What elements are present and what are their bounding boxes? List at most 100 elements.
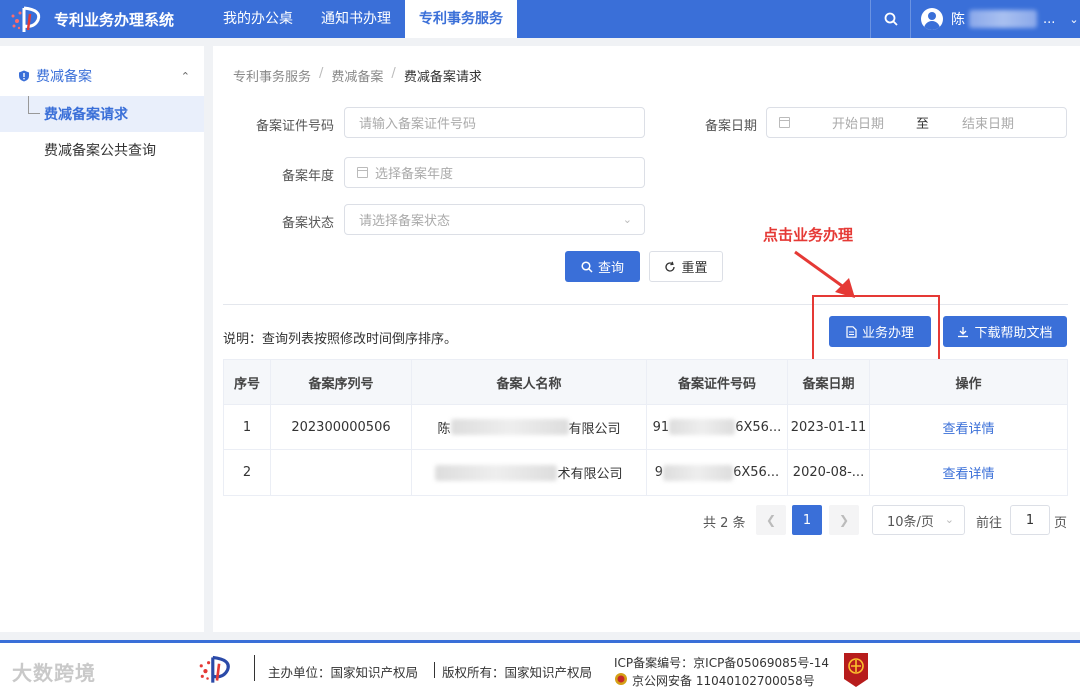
calendar-icon (357, 167, 368, 178)
row-actions: 查看详情 (870, 405, 1067, 449)
breadcrumb-separator: / (319, 66, 324, 81)
goto-page-input[interactable]: 1 (1010, 505, 1050, 535)
year-picker[interactable]: 选择备案年度 (344, 157, 645, 188)
pagination-total: 共 2 条 (703, 516, 746, 531)
top-right-tools: 陈 ... ⌄ (870, 0, 1080, 38)
view-details-link[interactable]: 查看详情 (942, 463, 994, 482)
sidebar-group-fee-reduction[interactable]: 费减备案 ⌃ (0, 56, 204, 96)
row-cert-prefix: 91 (652, 419, 670, 435)
row-cert-prefix: 9 (654, 465, 664, 480)
list-sort-note: 说明：查询列表按照修改时间倒序排序。 (223, 332, 458, 347)
chevron-left-icon: ❮ (765, 513, 777, 527)
police-badge-icon (615, 673, 627, 685)
row-cert: 9 6X56... (647, 450, 788, 495)
footer-police-record[interactable]: 京公网安备 11040102700058号 (632, 672, 815, 689)
gov-seal-icon (844, 653, 868, 687)
footer-copyright: 版权所有：国家知识产权局 (442, 665, 593, 680)
row-index: 2 (224, 450, 271, 495)
footer: 大数跨境 主办单位：国家知识产权局 版权所有：国家知识产权局 ICP备案编号：京… (0, 640, 1080, 692)
year-placeholder: 选择备案年度 (375, 167, 454, 182)
status-placeholder: 请选择备案状态 (359, 214, 451, 229)
row-cert: 91 6X56... (647, 405, 788, 449)
reset-button[interactable]: 重置 (649, 251, 723, 282)
calendar-icon (779, 117, 790, 128)
app-title: 专利业务办理系统 (54, 10, 175, 29)
records-table: 序号 备案序列号 备案人名称 备案证件号码 备案日期 操作 1 20230000… (223, 359, 1068, 496)
breadcrumb-current: 费减备案请求 (403, 70, 482, 85)
year-label: 备案年度 (281, 169, 334, 184)
redacted-text (669, 419, 736, 435)
download-help-doc-button[interactable]: 下载帮助文档 (943, 316, 1067, 347)
page-number-button[interactable]: 1 (792, 505, 822, 535)
date-end-placeholder: 结束日期 (962, 117, 1015, 132)
user-name-ellipsis: ... (1043, 11, 1056, 27)
status-select[interactable]: 请选择备案状态 ⌄ (344, 204, 645, 235)
document-icon (846, 325, 857, 338)
view-details-link[interactable]: 查看详情 (942, 418, 994, 437)
sidebar-item-fee-reduction-request[interactable]: 费减备案请求 (0, 96, 204, 132)
column-header: 备案人名称 (412, 360, 647, 404)
cert-no-input[interactable]: 请输入备案证件号码 (344, 107, 645, 138)
redacted-text (663, 464, 734, 481)
footer-divider (434, 662, 435, 678)
business-handle-button-label: 业务办理 (861, 326, 914, 341)
annotation-label: 点击业务办理 (763, 226, 854, 244)
main-panel: 专利事务服务 / 费减备案 / 费减备案请求 备案证件号码 请输入备案证件号码 … (213, 46, 1080, 632)
row-name-suffix: 术有限公司 (557, 467, 623, 482)
row-name: 术有限公司 (412, 450, 647, 495)
nav-patent-services[interactable]: 专利事务服务 (405, 0, 517, 38)
watermark: 大数跨境 (12, 661, 96, 685)
footer-sponsor: 主办单位：国家知识产权局 (268, 665, 419, 680)
status-label: 备案状态 (281, 216, 334, 231)
breadcrumb: 专利事务服务 / 费减备案 / 费减备案请求 (233, 66, 482, 85)
user-menu[interactable]: 陈 ... ⌄ (910, 0, 1080, 38)
column-header: 序号 (224, 360, 271, 404)
chevron-right-icon: ❯ (838, 513, 850, 527)
chevron-down-icon: ⌄ (1069, 12, 1079, 26)
cnipa-logo-icon (199, 655, 230, 683)
goto-prefix: 前往 (976, 516, 1003, 531)
shield-icon (19, 70, 29, 82)
date-range-separator: 至 (916, 117, 930, 132)
sidebar-item-fee-reduction-public-query[interactable]: 费减备案公共查询 (0, 132, 204, 168)
nav-notice-handling[interactable]: 通知书办理 (307, 0, 405, 38)
business-handle-button[interactable]: 业务办理 (829, 316, 931, 347)
page-size-select[interactable]: 10条/页 ⌄ (872, 505, 965, 535)
table-row: 1 202300000506 陈 有限公司 91 6X56... 2023-01-1… (224, 405, 1067, 450)
annotation-arrow-icon (794, 250, 855, 298)
avatar (921, 8, 943, 30)
breadcrumb-item[interactable]: 费减备案 (331, 66, 383, 85)
row-index: 1 (224, 405, 271, 449)
page-size-value: 10条/页 (887, 514, 934, 530)
sidebar-group-label: 费减备案 (36, 69, 92, 85)
chevron-down-icon: ⌄ (622, 213, 632, 226)
brand[interactable]: 专利业务办理系统 (0, 4, 205, 34)
footer-icp[interactable]: ICP备案编号：京ICP备05069085号-14 (614, 654, 829, 671)
download-help-doc-button-label: 下载帮助文档 (974, 326, 1053, 341)
query-button-label: 查询 (597, 261, 624, 276)
row-actions: 查看详情 (870, 450, 1067, 495)
column-header: 操作 (955, 376, 982, 392)
redacted-text (450, 419, 569, 435)
row-cert-suffix: 6X56... (733, 465, 780, 480)
next-page-button[interactable]: ❯ (829, 505, 859, 535)
nav-my-desk[interactable]: 我的办公桌 (209, 0, 307, 38)
query-button[interactable]: 查询 (565, 251, 640, 282)
reset-button-label: 重置 (681, 261, 708, 276)
footer-divider (254, 655, 255, 681)
row-date: 2020-08-... (788, 450, 870, 495)
date-range-picker[interactable]: 开始日期 至 结束日期 (766, 107, 1067, 138)
column-header: 备案证件号码 (647, 360, 788, 404)
cnipa-logo-icon (11, 6, 41, 32)
breadcrumb-item[interactable]: 专利事务服务 (233, 66, 311, 85)
row-name: 陈 有限公司 (412, 405, 647, 449)
row-date: 2023-01-11 (788, 405, 870, 449)
column-header: 备案日期 (788, 360, 870, 404)
prev-page-button[interactable]: ❮ (756, 505, 786, 535)
row-cert-suffix: 6X56... (735, 419, 782, 435)
global-search-button[interactable] (870, 0, 910, 38)
date-start-placeholder: 开始日期 (832, 117, 885, 132)
sidebar-item-label: 费减备案请求 (44, 107, 128, 123)
user-name-redacted (969, 10, 1037, 28)
chevron-up-icon[interactable]: ⌃ (181, 70, 190, 83)
